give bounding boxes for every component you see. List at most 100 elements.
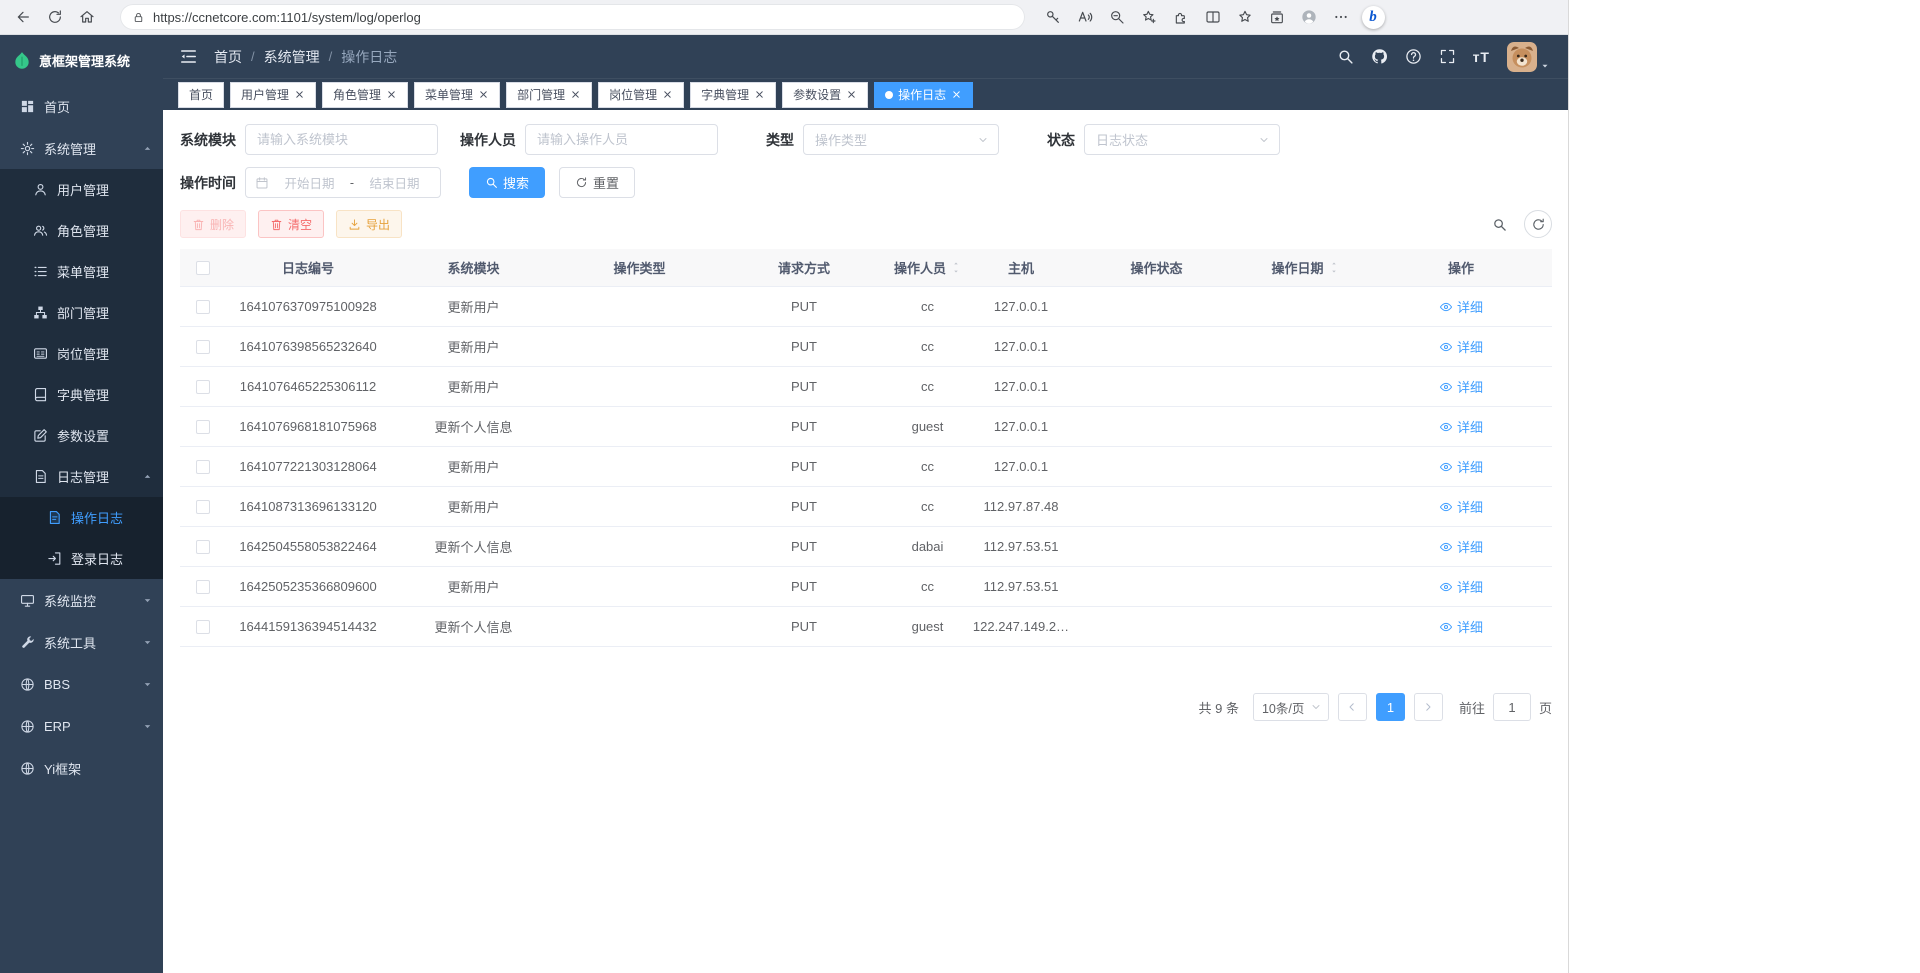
profile-button[interactable] [1293, 2, 1325, 32]
tab-role-mgmt[interactable]: 角色管理 [322, 82, 408, 108]
reset-button[interactable]: 重置 [559, 167, 635, 198]
favorites-button[interactable] [1229, 2, 1261, 32]
tab-menu-mgmt[interactable]: 菜单管理 [414, 82, 500, 108]
sidebar-item-yi-framework[interactable]: Yi框架 [0, 747, 163, 789]
detail-link[interactable]: 详细 [1439, 537, 1483, 556]
detail-link[interactable]: 详细 [1439, 417, 1483, 436]
password-button[interactable] [1037, 2, 1069, 32]
export-button[interactable]: 导出 [336, 210, 402, 238]
tab-dept-mgmt[interactable]: 部门管理 [506, 82, 592, 108]
breadcrumb-home[interactable]: 首页 [214, 47, 242, 67]
bing-chat-button[interactable]: b [1357, 2, 1389, 32]
row-checkbox[interactable] [196, 380, 210, 394]
tab-post-mgmt[interactable]: 岗位管理 [598, 82, 684, 108]
select-all-checkbox[interactable] [196, 261, 210, 275]
sidebar-collapse-icon[interactable] [179, 47, 198, 66]
sidebar-item-menu-mgmt[interactable]: 菜单管理 [0, 251, 163, 292]
sidebar-item-erp[interactable]: ERP [0, 705, 163, 747]
close-icon[interactable] [294, 89, 305, 100]
tab-oper-log[interactable]: 操作日志 [874, 82, 973, 108]
browser-home-button[interactable] [72, 2, 102, 32]
page-size-select[interactable]: 10条/页 [1253, 693, 1329, 721]
sidebar-item-dict-mgmt[interactable]: 字典管理 [0, 374, 163, 415]
close-icon[interactable] [570, 89, 581, 100]
address-bar[interactable]: https://ccnetcore.com:1101/system/log/op… [120, 4, 1025, 30]
close-icon[interactable] [951, 89, 962, 100]
detail-link[interactable]: 详细 [1439, 297, 1483, 316]
sort-icons[interactable] [951, 260, 961, 275]
page-1-button[interactable]: 1 [1376, 693, 1405, 721]
next-page-button[interactable] [1414, 693, 1443, 721]
read-aloud-button[interactable] [1069, 2, 1101, 32]
row-checkbox[interactable] [196, 620, 210, 634]
eye-icon [1439, 540, 1453, 554]
row-checkbox[interactable] [196, 460, 210, 474]
sort-icons[interactable] [1329, 260, 1339, 275]
operator-input[interactable] [525, 124, 718, 155]
detail-link[interactable]: 详细 [1439, 337, 1483, 356]
help-icon[interactable] [1405, 48, 1422, 65]
close-icon[interactable] [846, 89, 857, 100]
split-screen-button[interactable] [1197, 2, 1229, 32]
type-select[interactable]: 操作类型 [803, 124, 999, 155]
row-checkbox[interactable] [196, 420, 210, 434]
close-icon[interactable] [386, 89, 397, 100]
prev-page-button[interactable] [1338, 693, 1367, 721]
detail-link[interactable]: 详细 [1439, 497, 1483, 516]
status-select[interactable]: 日志状态 [1084, 124, 1280, 155]
show-search-button[interactable] [1485, 210, 1513, 238]
sidebar-item-oper-log[interactable]: 操作日志 [0, 497, 163, 538]
zoom-button[interactable] [1101, 2, 1133, 32]
add-favorite-button[interactable] [1133, 2, 1165, 32]
browser-refresh-button[interactable] [40, 2, 70, 32]
github-icon[interactable] [1371, 48, 1388, 65]
close-icon[interactable] [662, 89, 673, 100]
collections-button[interactable] [1261, 2, 1293, 32]
row-checkbox[interactable] [196, 540, 210, 554]
detail-link[interactable]: 详细 [1439, 617, 1483, 636]
sidebar-item-bbs[interactable]: BBS [0, 663, 163, 705]
goto-page-input[interactable] [1493, 693, 1531, 721]
detail-link[interactable]: 详细 [1439, 457, 1483, 476]
row-checkbox[interactable] [196, 300, 210, 314]
detail-link[interactable]: 详细 [1439, 377, 1483, 396]
date-range-picker[interactable]: 开始日期 - 结束日期 [245, 167, 441, 198]
sidebar-item-system-monitor[interactable]: 系统监控 [0, 579, 163, 621]
browser-menu-button[interactable] [1325, 2, 1357, 32]
sidebar-item-log-mgmt[interactable]: 日志管理 [0, 456, 163, 497]
close-icon[interactable] [478, 89, 489, 100]
browser-back-button[interactable] [8, 2, 38, 32]
tab-dict-mgmt[interactable]: 字典管理 [690, 82, 776, 108]
sidebar-item-post-mgmt[interactable]: 岗位管理 [0, 333, 163, 374]
sidebar-item-dept-mgmt[interactable]: 部门管理 [0, 292, 163, 333]
sidebar-item-system-mgmt[interactable]: 系统管理 [0, 127, 163, 169]
user-menu[interactable] [1507, 42, 1550, 72]
clear-button[interactable]: 清空 [258, 210, 324, 238]
row-checkbox[interactable] [196, 580, 210, 594]
sidebar-item-user-mgmt[interactable]: 用户管理 [0, 169, 163, 210]
module-input[interactable] [245, 124, 438, 155]
tab-home[interactable]: 首页 [178, 82, 224, 108]
sidebar-item-login-log[interactable]: 登录日志 [0, 538, 163, 579]
font-size-icon[interactable]: тT [1473, 49, 1490, 65]
close-icon[interactable] [754, 89, 765, 100]
delete-button[interactable]: 删除 [180, 210, 246, 238]
tab-user-mgmt[interactable]: 用户管理 [230, 82, 316, 108]
column-operator-sortable[interactable]: 操作人员 [886, 258, 969, 277]
sidebar-item-home[interactable]: 首页 [0, 85, 163, 127]
detail-link[interactable]: 详细 [1439, 577, 1483, 596]
search-button[interactable]: 搜索 [469, 167, 545, 198]
sidebar-item-param-settings[interactable]: 参数设置 [0, 415, 163, 456]
refresh-table-button[interactable] [1524, 210, 1552, 238]
row-checkbox[interactable] [196, 340, 210, 354]
fullscreen-icon[interactable] [1439, 48, 1456, 65]
sidebar-item-role-mgmt[interactable]: 角色管理 [0, 210, 163, 251]
extensions-button[interactable] [1165, 2, 1197, 32]
row-checkbox[interactable] [196, 500, 210, 514]
sidebar-item-system-tools[interactable]: 系统工具 [0, 621, 163, 663]
page-content: 系统模块 操作人员 类型 操作类型 [163, 110, 1568, 973]
search-icon[interactable] [1337, 48, 1354, 65]
tab-param-settings[interactable]: 参数设置 [782, 82, 868, 108]
breadcrumb-system-mgmt[interactable]: 系统管理 [264, 47, 320, 67]
column-date-sortable[interactable]: 操作日期 [1240, 258, 1370, 277]
